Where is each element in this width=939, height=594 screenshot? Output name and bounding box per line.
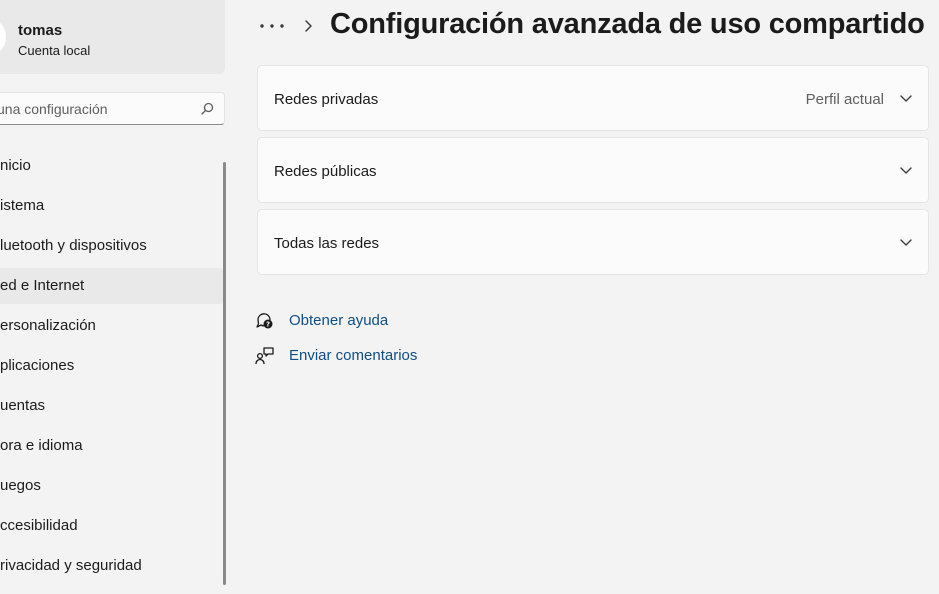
help-link-label[interactable]: Obtener ayuda xyxy=(289,312,388,329)
settings-window: tomas Cuenta local nicio istema luetooth… xyxy=(0,0,939,594)
card-redes-privadas[interactable]: Redes privadas Perfil actual xyxy=(257,65,929,131)
sidebar-scrollbar[interactable] xyxy=(223,162,226,585)
card-label: Redes privadas xyxy=(274,91,379,108)
sidebar-nav: nicio istema luetooth y dispositivos ed … xyxy=(0,148,224,588)
help-icon: ? xyxy=(256,313,273,329)
sidebar-item-label: nicio xyxy=(0,157,31,174)
sidebar-item-red-e-internet[interactable]: ed e Internet xyxy=(0,268,224,304)
sidebar-item-label: ora e idioma xyxy=(0,437,83,454)
user-account-type: Cuenta local xyxy=(18,43,91,58)
card-label: Todas las redes xyxy=(274,235,380,252)
card-todas-las-redes[interactable]: Todas las redes xyxy=(257,209,929,275)
sidebar-item-accesibilidad[interactable]: ccesibilidad xyxy=(0,508,224,544)
card-redes-publicas[interactable]: Redes públicas xyxy=(257,137,929,203)
sidebar-item-aplicaciones[interactable]: plicaciones xyxy=(0,348,224,384)
chevron-down-icon[interactable] xyxy=(900,93,912,103)
user-name: tomas xyxy=(18,22,63,39)
search-box[interactable] xyxy=(0,92,225,125)
chevron-down-icon[interactable] xyxy=(900,237,912,247)
chevron-down-icon[interactable] xyxy=(900,165,912,175)
svg-text:?: ? xyxy=(266,321,270,329)
sidebar-item-label: plicaciones xyxy=(0,357,75,374)
sidebar-item-label: ed e Internet xyxy=(0,277,85,294)
sidebar-item-bluetooth[interactable]: luetooth y dispositivos xyxy=(0,228,224,264)
sidebar-item-label: istema xyxy=(0,197,45,214)
sidebar-item-label: rivacidad y seguridad xyxy=(0,557,142,574)
sidebar-item-label: ersonalización xyxy=(0,317,96,334)
search-icon[interactable] xyxy=(200,102,214,116)
sidebar-item-hora-e-idioma[interactable]: ora e idioma xyxy=(0,428,224,464)
chevron-right-icon xyxy=(305,20,312,32)
sidebar-item-sistema[interactable]: istema xyxy=(0,188,224,224)
search-input[interactable] xyxy=(0,93,197,124)
feedback-link[interactable]: Enviar comentarios xyxy=(255,345,455,367)
sidebar-item-personalizacion[interactable]: ersonalización xyxy=(0,308,224,344)
user-card[interactable]: tomas Cuenta local xyxy=(0,0,225,74)
card-label: Redes públicas xyxy=(274,163,377,180)
sidebar-item-juegos[interactable]: uegos xyxy=(0,468,224,504)
sidebar-item-privacidad[interactable]: rivacidad y seguridad xyxy=(0,548,224,584)
sidebar-item-cuentas[interactable]: uentas xyxy=(0,388,224,424)
sidebar-item-inicio[interactable]: nicio xyxy=(0,148,224,184)
sidebar-item-label: uentas xyxy=(0,397,46,414)
sidebar-item-label: ccesibilidad xyxy=(0,517,78,534)
avatar xyxy=(0,17,6,57)
sidebar-item-label: luetooth y dispositivos xyxy=(0,237,147,254)
card-status: Perfil actual xyxy=(805,91,884,108)
sidebar-item-label: uegos xyxy=(0,477,41,494)
more-icon[interactable] xyxy=(258,16,286,36)
feedback-link-label[interactable]: Enviar comentarios xyxy=(289,347,417,364)
page-title: Configuración avanzada de uso compartido xyxy=(330,8,925,40)
help-link[interactable]: ? Obtener ayuda xyxy=(255,310,455,332)
feedback-icon xyxy=(255,347,274,365)
